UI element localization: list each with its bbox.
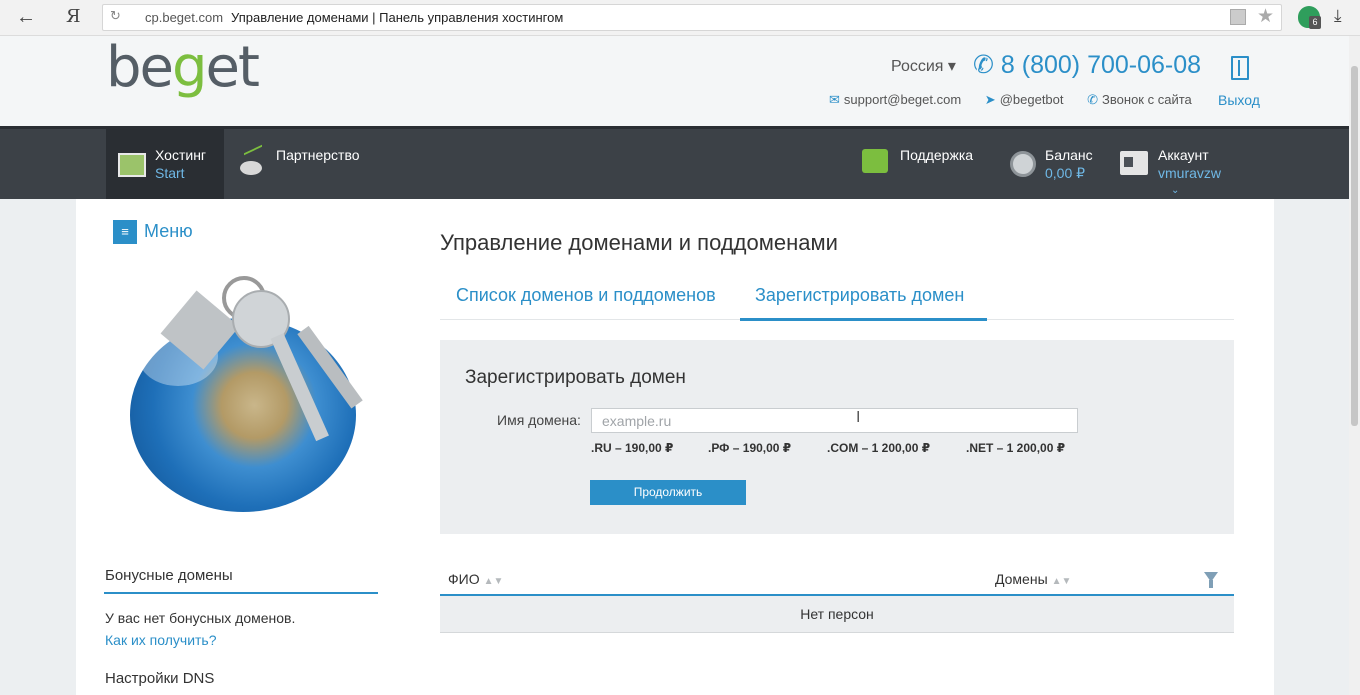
- callback-link[interactable]: ✆ Звонок с сайта: [1087, 92, 1202, 107]
- price-com: .COM – 1 200,00 ₽: [827, 441, 931, 455]
- bonus-howto-link[interactable]: Как их получить?: [105, 632, 217, 648]
- yandex-icon[interactable]: Я: [66, 7, 81, 27]
- price-net: .NET – 1 200,00 ₽: [966, 441, 1066, 455]
- nav-partnership[interactable]: Партнерство: [274, 129, 374, 199]
- reload-icon[interactable]: ↻: [110, 8, 121, 24]
- protect-shield-icon[interactable]: 6: [1298, 6, 1321, 29]
- domain-name-input[interactable]: [591, 408, 1078, 433]
- beget-logo[interactable]: beget: [106, 36, 260, 100]
- support-phone[interactable]: ✆ 8 (800) 700-06-08: [973, 50, 1201, 80]
- price-ru: .RU – 190,00 ₽: [591, 441, 674, 455]
- telegram-link[interactable]: ➤ @begetbot: [985, 92, 1074, 107]
- hosting-icon: [118, 153, 146, 177]
- mail-icon: ✉: [829, 92, 840, 107]
- bookmark-icon[interactable]: [1230, 9, 1246, 25]
- logout-door-icon[interactable]: [1231, 56, 1249, 80]
- table-empty-row: Нет персон: [440, 596, 1234, 633]
- nav-support[interactable]: Поддержка: [899, 129, 989, 199]
- dns-settings-title: Настройки DNS: [105, 670, 215, 687]
- logout-link[interactable]: Выход: [1218, 92, 1260, 108]
- telegram-icon: ➤: [984, 92, 996, 107]
- address-text[interactable]: cp.beget.com Управление доменами | Панель…: [145, 10, 563, 25]
- column-domains[interactable]: Домены ▲▼: [995, 571, 1071, 587]
- domain-name-label: Имя домена:: [497, 412, 581, 428]
- contact-links: ✉ support@beget.com ➤ @begetbot ✆ Звонок с …: [829, 92, 1212, 108]
- main-nav: Хостинг Start Партнерство Поддержка Бала…: [0, 126, 1360, 199]
- column-fio[interactable]: ФИО ▲▼: [448, 571, 503, 587]
- sort-icon: ▲▼: [483, 576, 504, 587]
- account-card-icon: [1120, 151, 1148, 175]
- email-link[interactable]: ✉ support@beget.com: [829, 92, 971, 107]
- price-rf: .РФ – 190,00 ₽: [708, 441, 792, 455]
- back-arrow-icon[interactable]: ←: [16, 6, 36, 28]
- continue-button[interactable]: Продолжить: [590, 480, 746, 505]
- partnership-icon: [238, 147, 264, 177]
- browser-toolbar: ← Я ↻ cp.beget.com Управление доменами | …: [0, 0, 1360, 36]
- coins-icon: [1010, 151, 1036, 177]
- download-icon[interactable]: ⤓: [1334, 6, 1342, 26]
- active-tab-indicator: [740, 318, 987, 321]
- bonus-divider: [104, 592, 378, 594]
- phone-icon: ✆: [1087, 92, 1099, 107]
- chevron-down-icon[interactable]: ⌄: [1171, 185, 1179, 196]
- star-icon[interactable]: ★: [1257, 5, 1274, 28]
- support-chat-icon: [862, 149, 888, 173]
- nav-balance[interactable]: Баланс 0,00 ₽: [1044, 129, 1108, 199]
- bonus-domains-text: У вас нет бонусных доменов.: [105, 610, 296, 626]
- sort-icon: ▲▼: [1051, 576, 1072, 587]
- filter-icon[interactable]: [1204, 572, 1218, 588]
- scrollbar-thumb[interactable]: [1351, 66, 1358, 426]
- phone-icon: ✆: [973, 51, 1001, 79]
- region-select[interactable]: Россия ▾: [891, 56, 956, 76]
- page-title: Управление доменами и поддоменами: [440, 230, 838, 255]
- nav-account[interactable]: Аккаунт vmuravzw: [1157, 129, 1237, 199]
- tab-register-domain[interactable]: Зарегистрировать домен: [755, 285, 964, 306]
- nav-hosting[interactable]: Хостинг Start: [106, 129, 224, 199]
- text-cursor-icon: I: [856, 409, 861, 426]
- site-header: beget Россия ▾ ✆ 8 (800) 700-06-08 ✉ supp…: [0, 36, 1360, 126]
- register-domain-title: Зарегистрировать домен: [465, 367, 686, 388]
- bonus-domains-title: Бонусные домены: [105, 567, 233, 584]
- page-scrollbar[interactable]: [1349, 36, 1360, 695]
- hamburger-icon: ≡: [113, 220, 137, 244]
- tab-domain-list[interactable]: Список доменов и поддоменов: [456, 285, 716, 306]
